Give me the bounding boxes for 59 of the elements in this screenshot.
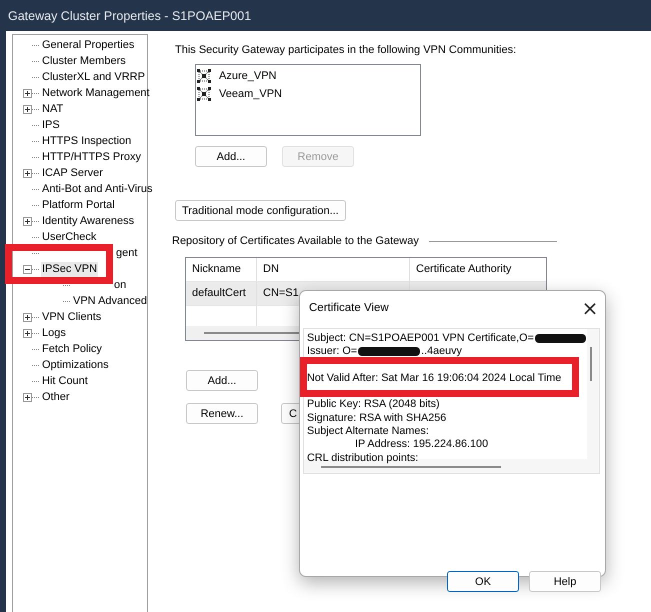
expand-icon[interactable] xyxy=(23,88,32,98)
scrollbar[interactable] xyxy=(321,466,501,468)
tree-item[interactable]: NAT xyxy=(41,102,64,116)
expand-icon[interactable] xyxy=(23,104,32,114)
tree-item[interactable]: Cluster Members xyxy=(41,54,127,68)
expand-icon[interactable] xyxy=(23,392,32,402)
button[interactable]: OK xyxy=(447,571,519,592)
certificate-line: Issuer: O= xyxy=(307,345,358,359)
expand-icon[interactable] xyxy=(23,312,32,322)
tree-item[interactable]: ICAP Server xyxy=(41,166,104,180)
list-item[interactable]: Veeam_VPN xyxy=(219,88,282,100)
expand-icon[interactable] xyxy=(23,168,32,178)
group-caption: Repository of Certificates Available to the Gateway xyxy=(172,235,419,247)
network-icon xyxy=(197,69,211,83)
tree-item[interactable]: Platform Portal xyxy=(41,198,116,212)
close-button[interactable]: × xyxy=(575,293,605,323)
traditional-mode-button[interactable]: Traditional mode configuration... xyxy=(175,200,346,221)
certificate-line: Signature: RSA with SHA256 xyxy=(307,412,446,426)
tree-item[interactable]: General Properties xyxy=(41,38,136,52)
tree-item[interactable]: Hit Count xyxy=(41,374,89,388)
tree-item[interactable]: HTTPS Inspection xyxy=(41,134,132,148)
tree-item[interactable]: Identity Awareness xyxy=(41,214,136,228)
button[interactable]: Renew... xyxy=(186,403,258,424)
tree-item[interactable]: Fetch Policy xyxy=(41,342,103,356)
tree-item[interactable]: Other xyxy=(41,390,71,404)
certificate-line: ..4aeuvy xyxy=(421,345,462,359)
network-icon xyxy=(197,87,211,101)
tree-item[interactable]: IPS xyxy=(41,118,61,132)
certificate-line: Public Key: RSA (2048 bits) xyxy=(307,398,440,412)
certificate-line: CRL distribution points: xyxy=(307,452,418,465)
button[interactable]: Help xyxy=(529,571,601,592)
tree-item[interactable]: on xyxy=(113,278,128,292)
tree-item[interactable]: HTTP/HTTPS Proxy xyxy=(41,150,142,164)
certificate-line: Subject: CN=S1POAEP001 VPN Certificate,O= xyxy=(307,332,534,346)
window-title: Gateway Cluster Properties - S1POAEP001 xyxy=(8,8,252,22)
section-caption: This Security Gateway participates in the following VPN Communities: xyxy=(175,44,516,56)
table-cell: CN=S1 xyxy=(263,287,299,299)
collapse-icon[interactable] xyxy=(23,264,32,274)
tree-item[interactable]: Anti-Bot and Anti-Virus xyxy=(41,182,154,196)
tree-item[interactable]: ClusterXL and VRRP xyxy=(41,70,146,84)
tree-item[interactable]: Network Management xyxy=(41,86,151,100)
expand-icon[interactable] xyxy=(23,216,32,226)
tree-item[interactable]: IPSec VPN xyxy=(41,262,98,276)
button[interactable]: Add... xyxy=(186,370,258,391)
certificate-line: IP Address: 195.224.86.100 xyxy=(354,438,488,452)
button[interactable]: Add... xyxy=(195,146,267,167)
tree-item[interactable]: VPN Advanced xyxy=(72,294,148,308)
tree-item[interactable]: Logs xyxy=(41,326,67,340)
expand-icon[interactable] xyxy=(23,328,32,338)
scrollbar[interactable] xyxy=(590,347,592,381)
tree-item[interactable]: UserCheck xyxy=(41,230,98,244)
certificate-line: Not Valid After: Sat Mar 16 19:06:04 2024 Local Time xyxy=(307,372,562,386)
certificate-line: Subject Alternate Names: xyxy=(307,425,429,438)
tree-item[interactable]: gent xyxy=(115,246,138,260)
table-cell: defaultCert xyxy=(192,287,246,299)
tree-item[interactable]: Optimizations xyxy=(41,358,110,372)
dialog-title: Certificate View xyxy=(309,302,389,314)
list-item[interactable]: Azure_VPN xyxy=(219,70,276,82)
tree-item[interactable]: VPN Clients xyxy=(41,310,102,324)
